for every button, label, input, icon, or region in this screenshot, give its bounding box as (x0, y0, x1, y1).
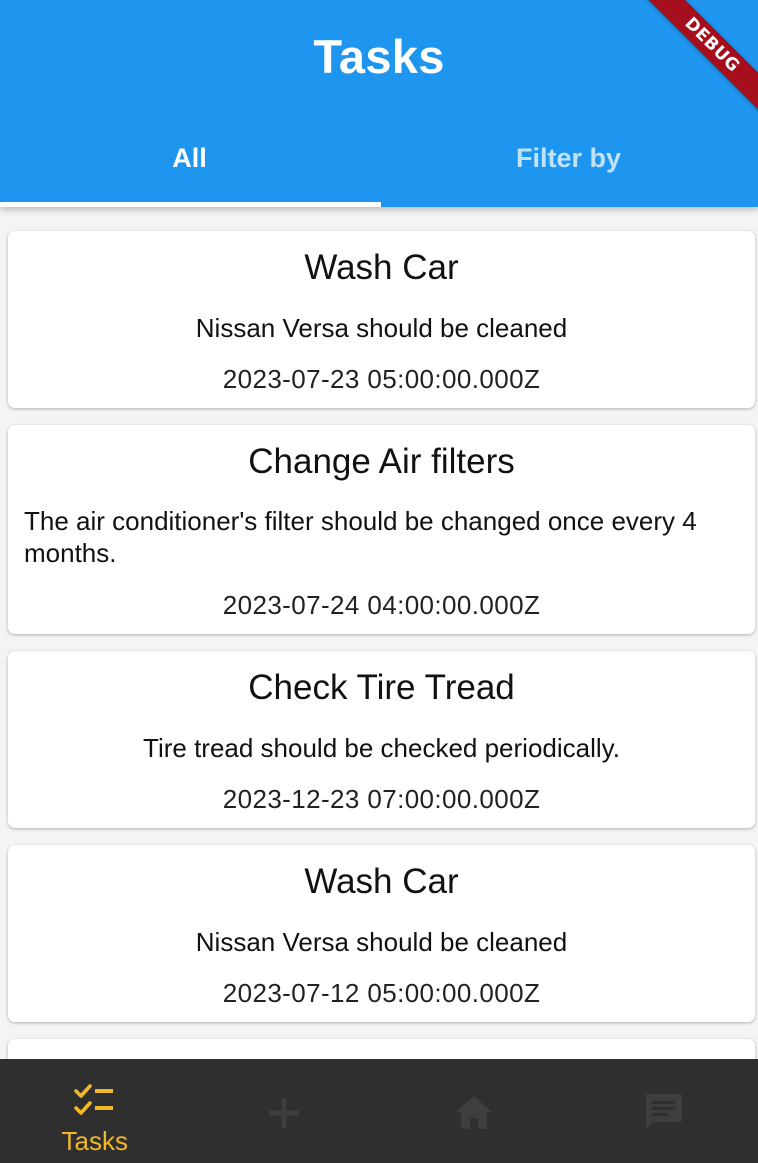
task-title: Wash Car (304, 862, 459, 901)
task-date: 2023-07-24 04:00:00.000Z (222, 590, 541, 620)
nav-item-home[interactable] (379, 1059, 569, 1163)
add-icon (269, 1098, 300, 1128)
nav-item-tasks[interactable]: Tasks (0, 1059, 190, 1163)
tab-indicator (0, 202, 381, 207)
tab-filter-by[interactable]: Filter by (379, 112, 758, 207)
task-description: Nissan Versa should be cleaned (195, 313, 568, 343)
task-date: 2023-12-23 07:00:00.000Z (222, 784, 541, 814)
task-list[interactable]: Wash Car Nissan Versa should be cleaned … (0, 207, 758, 1059)
task-date: 2023-07-12 05:00:00.000Z (222, 978, 541, 1008)
task-description: Nissan Versa should be cleaned (195, 927, 568, 957)
task-card-partial[interactable] (8, 1039, 755, 1059)
task-description: The air conditioner's filter should be c… (24, 506, 697, 568)
tab-all-label: All (172, 143, 207, 173)
task-date: 2023-07-23 05:00:00.000Z (222, 364, 541, 394)
nav-item-add[interactable] (190, 1059, 380, 1163)
task-card[interactable]: Change Air filters The air conditioner's… (8, 425, 755, 634)
task-card[interactable]: Wash Car Nissan Versa should be cleaned … (8, 231, 755, 408)
task-title: Change Air filters (248, 442, 515, 481)
debug-banner: DEBUG (638, 0, 758, 120)
nav-item-chat[interactable] (569, 1059, 758, 1163)
nav-label-tasks: Tasks (61, 1126, 128, 1156)
checklist-icon (73, 1084, 113, 1115)
bottom-navigation: Tasks (0, 1059, 758, 1163)
chat-icon (646, 1094, 683, 1129)
debug-ribbon: DEBUG (639, 0, 758, 118)
tab-all[interactable]: All (0, 112, 381, 207)
task-title: Check Tire Tread (248, 668, 515, 707)
home-icon (455, 1096, 492, 1129)
tab-filter-by-label: Filter by (515, 143, 622, 173)
task-description: Tire tread should be checked periodicall… (143, 733, 620, 763)
task-card[interactable]: Check Tire Tread Tire tread should be ch… (8, 651, 755, 828)
task-title: Wash Car (304, 248, 459, 287)
app-root: Tasks All Filter by DEBUG Wash Car Nissa… (0, 0, 758, 1163)
tab-bar: All Filter by (0, 112, 758, 207)
task-card[interactable]: Wash Car Nissan Versa should be cleaned … (8, 845, 755, 1022)
